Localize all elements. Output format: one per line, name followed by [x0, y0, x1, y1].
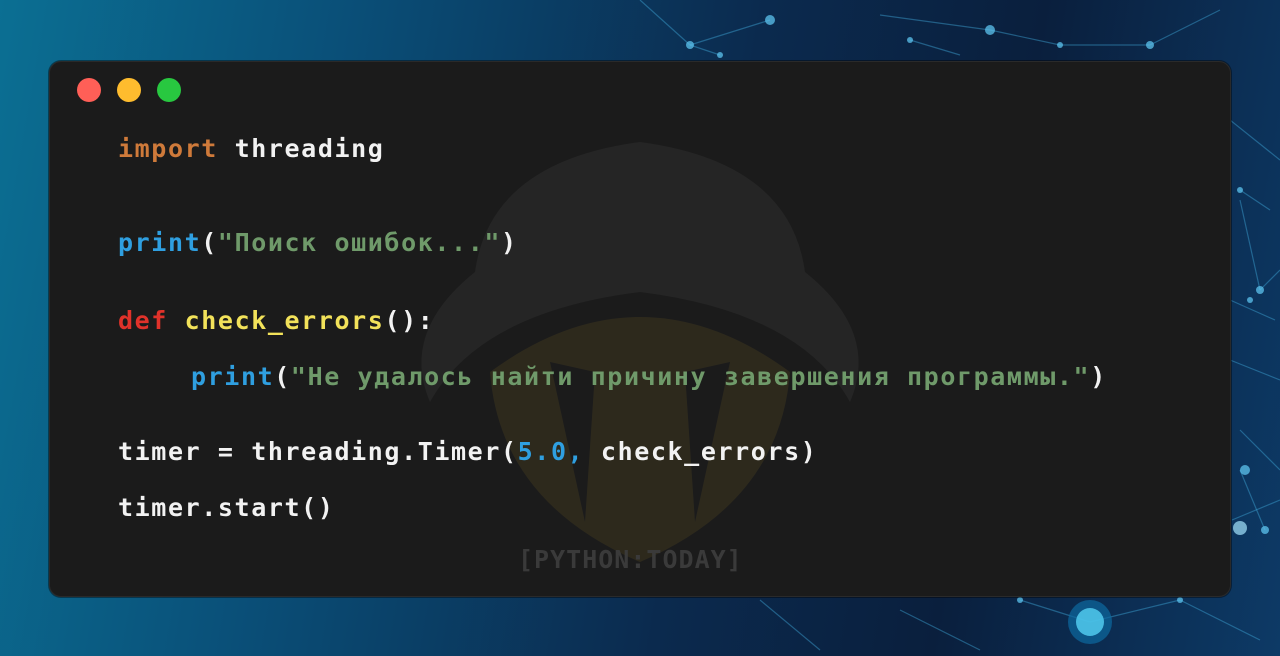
string-literal: "Не удалось найти причину завершения про… — [290, 362, 1091, 391]
string-literal: "Поиск ошибок..." — [217, 228, 501, 257]
function-name: check_errors — [184, 306, 385, 335]
callback-argument: check_errors) — [584, 437, 818, 466]
comma: , — [567, 437, 585, 466]
close-button[interactable] — [77, 78, 101, 102]
timer-start-call: timer.start() — [118, 493, 335, 522]
code-line-5: timer = threading.Timer(5.0, check_error… — [118, 437, 817, 466]
code-line-6: timer.start() — [118, 493, 334, 522]
def-keyword: def — [118, 306, 168, 335]
signature-punctuation: (): — [384, 306, 435, 335]
paren-close: ) — [501, 228, 518, 257]
print-builtin: print — [118, 228, 202, 257]
paren-close: ) — [1090, 362, 1107, 391]
code-line-4: print("Не удалось найти причину завершен… — [191, 362, 1107, 391]
code-line-2: print("Поиск ошибок...") — [118, 228, 518, 257]
code-block: import threading print("Поиск ошибок..."… — [118, 62, 1105, 522]
paren-open: ( — [274, 362, 291, 391]
code-editor-window: [PYTHON:TODAY] import threading print("П… — [49, 61, 1231, 597]
print-builtin: print — [191, 362, 275, 391]
timer-assignment: timer = threading.Timer( — [118, 437, 518, 466]
number-literal: 5.0 — [517, 437, 568, 466]
import-keyword: import — [118, 134, 218, 163]
code-line-3: def check_errors(): — [118, 306, 434, 335]
watermark-text: [PYTHON:TODAY] — [518, 545, 743, 574]
paren-open: ( — [201, 228, 218, 257]
module-name: threading — [217, 134, 385, 163]
snake-logo-watermark — [421, 142, 859, 562]
code-line-1: import threading — [118, 134, 384, 163]
